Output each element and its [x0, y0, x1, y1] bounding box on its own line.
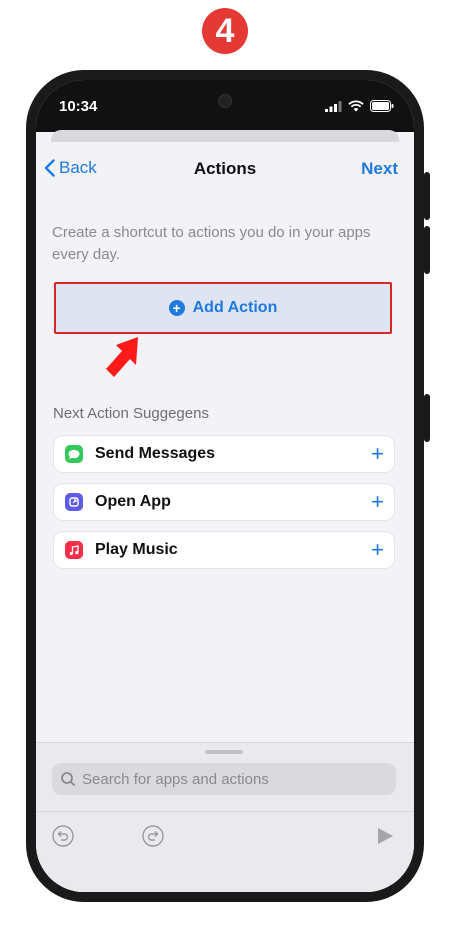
plus-circle-icon: +	[168, 300, 185, 316]
panel-divider	[36, 811, 414, 812]
suggestion-label: Open App	[95, 493, 171, 510]
page-title: Actions	[193, 159, 257, 178]
front-camera	[218, 94, 232, 108]
step-number-badge: 4	[202, 8, 248, 54]
phone-screen: 10:34 Back Actions Next Create a shortcu…	[36, 80, 414, 892]
status-time: 10:34	[59, 98, 98, 115]
wifi-icon	[348, 100, 364, 112]
actions-sheet: Back Actions Next Create a shortcut to a…	[36, 142, 414, 892]
run-play-icon[interactable]	[376, 827, 394, 845]
sheet-grabber[interactable]	[205, 750, 243, 754]
intro-text: Create a shortcut to actions you do in y…	[52, 224, 371, 263]
cellular-signal-icon	[325, 100, 342, 112]
status-icons	[325, 100, 394, 112]
side-button	[424, 226, 430, 274]
side-button	[424, 172, 430, 220]
add-icon[interactable]: +	[371, 539, 384, 561]
search-input[interactable]	[80, 769, 384, 789]
messages-icon	[65, 445, 83, 463]
suggestion-label: Play Music	[95, 541, 178, 558]
status-bar: 10:34	[36, 80, 414, 132]
add-icon[interactable]: +	[371, 491, 384, 513]
battery-icon	[370, 100, 394, 112]
undo-icon[interactable]	[52, 825, 74, 847]
add-action-button[interactable]: + Add Action	[54, 282, 392, 334]
search-bar[interactable]	[52, 763, 396, 795]
action-search-panel	[36, 742, 414, 892]
open-app-icon	[65, 493, 83, 511]
redo-icon[interactable]	[142, 825, 164, 847]
background-sheet	[51, 130, 399, 142]
suggestion-open-app[interactable]: Open App +	[53, 483, 395, 521]
music-icon	[65, 541, 83, 559]
suggestion-label: Send Messages	[95, 445, 216, 462]
suggestion-play-music[interactable]: Play Music +	[53, 531, 395, 569]
suggestions-heading: Next Action Suggegens	[53, 405, 209, 422]
search-icon	[61, 772, 75, 786]
red-arrow-icon	[106, 337, 138, 377]
suggestion-send-messages[interactable]: Send Messages +	[53, 435, 395, 473]
side-button	[424, 394, 430, 442]
add-action-label: Add Action	[192, 299, 278, 316]
next-button[interactable]: Next	[361, 159, 398, 179]
add-icon[interactable]: +	[371, 443, 384, 465]
